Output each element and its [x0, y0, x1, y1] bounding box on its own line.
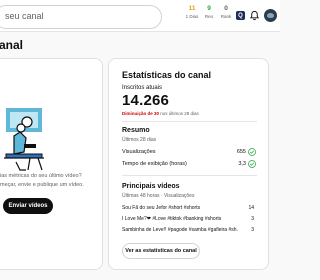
upload-videos-button[interactable]: Enviar vídeos: [3, 198, 53, 214]
stat-rank-value: 0: [224, 5, 228, 12]
channel-stats-chip[interactable]: 11 1 Dias 9 Reo 0 Rank: [184, 4, 234, 28]
upload-illustration-icon: [4, 108, 44, 171]
upload-prompt-line-2: meçar, envie e publique um vídeo.: [0, 182, 84, 188]
top-bar: seu canal 11 1 Dias 9 Reo 0 Rank Q: [0, 0, 280, 32]
stat-reo-label: Reo: [204, 14, 214, 19]
top-video-views: 3: [251, 216, 254, 222]
subscribers-label: Inscritos atuais: [122, 85, 163, 91]
summary-row-watchtime-label: Tempo de exibição (horas): [122, 161, 187, 167]
summary-row-views-value: 655: [236, 149, 246, 155]
summary-row-watchtime-value: 3,3: [238, 161, 246, 167]
analytics-title: Estatísticas do canal: [122, 70, 212, 80]
view-channel-analytics-button[interactable]: Ver as estatísticas do canal: [122, 243, 200, 259]
top-video-title[interactable]: Sou Fã do seu Jefor #short #shorts: [122, 205, 232, 211]
subscribers-delta: Diminuição de 30 nos últimos 28 dias: [122, 111, 199, 116]
subscribers-delta-period: nos últimos 28 dias: [160, 111, 199, 116]
top-video-views: 14: [248, 205, 254, 211]
top-video-title[interactable]: I Love Me?❤ #Love #tiktok #banking #shor…: [122, 216, 232, 222]
avatar[interactable]: [264, 9, 277, 22]
check-icon: [248, 160, 256, 168]
summary-title: Resumo: [122, 127, 150, 134]
stat-reo-value: 9: [207, 5, 211, 12]
search-box[interactable]: seu canal: [0, 5, 162, 29]
divider: [122, 121, 257, 122]
subscribers-delta-value: Diminuição de 30: [122, 111, 160, 116]
subscribers-count: 14.266: [122, 92, 170, 109]
page-title: anal: [0, 38, 24, 52]
stat-rank: 0 Rank: [218, 4, 234, 20]
check-icon: [248, 148, 256, 156]
summary-row-views-label: Visualizações: [122, 149, 156, 155]
stat-days: 11 1 Dias: [184, 4, 200, 20]
stat-rank-label: Rank: [220, 14, 232, 19]
top-video-views: 3: [251, 227, 254, 233]
upload-prompt-text: ias métricas do seu último vídeo? meçar,…: [0, 172, 84, 190]
extension-badge-icon[interactable]: Q: [236, 11, 245, 20]
bell-icon[interactable]: [249, 10, 260, 21]
divider: [122, 175, 257, 176]
top-video-title[interactable]: Sambinha de Leve!! #pagode #samba #gafie…: [122, 227, 238, 233]
top-videos-title: Principais vídeos: [122, 183, 180, 190]
search-input[interactable]: seu canal: [5, 11, 44, 21]
top-videos-period: Últimas 48 horas · Visualizações: [122, 193, 195, 199]
summary-period: Últimos 28 dias: [122, 137, 157, 143]
stat-reo: 9 Reo: [201, 4, 217, 20]
upload-prompt-line-1: ias métricas do seu último vídeo?: [0, 173, 82, 179]
stat-days-value: 11: [188, 5, 196, 12]
stat-days-label: 1 Dias: [185, 14, 199, 19]
